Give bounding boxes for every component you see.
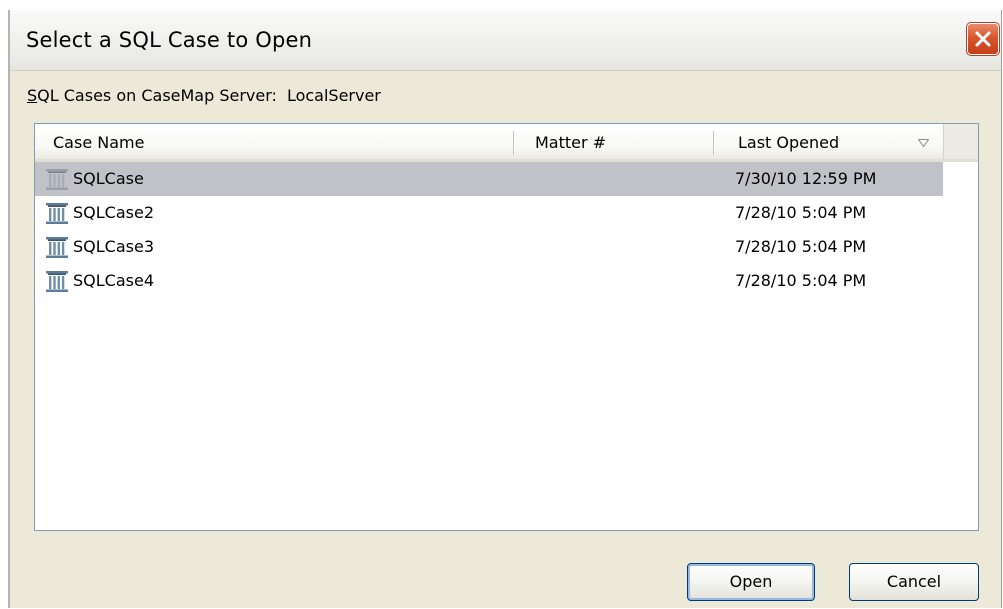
column-header-case-name[interactable]: Case Name — [35, 124, 513, 159]
dialog-window: Select a SQL Case to Open SQL Cases on C… — [8, 10, 1002, 608]
last-opened: 7/28/10 5:04 PM — [735, 203, 867, 222]
table-row[interactable]: SQLCase3 7/28/10 5:04 PM — [35, 230, 943, 264]
server-label: SQL Cases on CaseMap Server: — [27, 86, 277, 105]
dialog-title: Select a SQL Case to Open — [26, 28, 313, 52]
title-bar[interactable]: Select a SQL Case to Open — [10, 10, 1001, 71]
last-opened: 7/28/10 5:04 PM — [735, 271, 867, 290]
case-name: SQLCase4 — [73, 271, 154, 290]
column-header-last-opened-label: Last Opened — [738, 133, 840, 152]
server-info: SQL Cases on CaseMap Server: LocalServer — [27, 86, 381, 105]
case-name: SQLCase2 — [73, 203, 154, 222]
column-header-matter[interactable]: Matter # — [513, 124, 713, 159]
case-name: SQLCase — [73, 169, 144, 188]
case-name: SQLCase3 — [73, 237, 154, 256]
database-pillar-icon — [46, 271, 68, 292]
last-opened: 7/30/10 12:59 PM — [735, 169, 877, 188]
last-opened: 7/28/10 5:04 PM — [735, 237, 867, 256]
database-pillar-icon — [46, 203, 68, 224]
database-pillar-icon — [46, 169, 68, 190]
table-row[interactable]: SQLCase4 7/28/10 5:04 PM — [35, 264, 943, 298]
sort-descending-icon — [918, 139, 929, 147]
cancel-button[interactable]: Cancel — [849, 563, 979, 601]
database-pillar-icon — [46, 237, 68, 258]
list-header: Case Name Matter # Last Opened — [35, 124, 978, 162]
case-list[interactable]: Case Name Matter # Last Opened SQLCase 7… — [34, 123, 979, 531]
close-button[interactable] — [966, 22, 1000, 56]
column-header-filler — [943, 124, 978, 159]
close-icon — [975, 31, 991, 47]
table-row[interactable]: SQLCase 7/30/10 12:59 PM — [35, 162, 943, 196]
server-name: LocalServer — [286, 86, 381, 105]
column-header-last-opened[interactable]: Last Opened — [713, 124, 943, 159]
table-row[interactable]: SQLCase2 7/28/10 5:04 PM — [35, 196, 943, 230]
open-button[interactable]: Open — [687, 563, 815, 601]
